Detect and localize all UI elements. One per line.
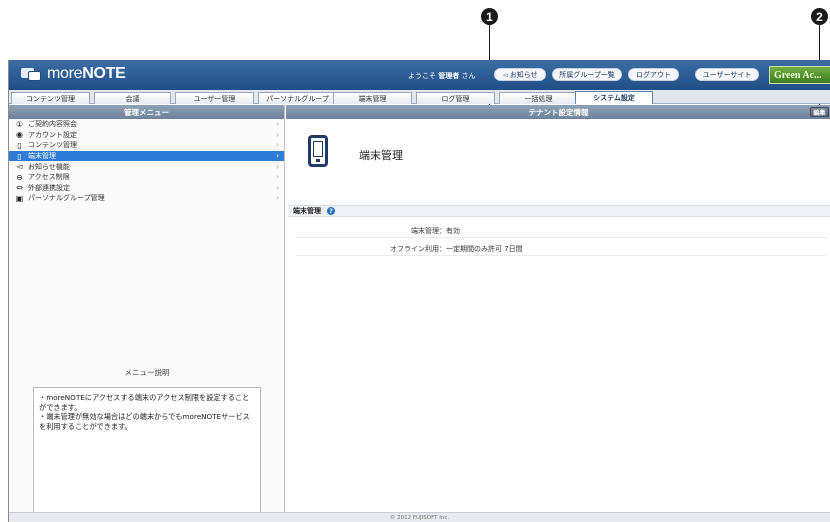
sidebar-title: 管理メニュー (9, 105, 284, 119)
sidebar-item-content-management[interactable]: ▯ コンテンツ管理 › (9, 140, 284, 151)
account-icon: ◉ (16, 130, 23, 140)
sidebar-item-notifications[interactable]: ◅ お知らせ機能 › (9, 161, 284, 172)
app-window: moreNOTE ようこそ 管理者 さん ◅ お知らせ 所属グループ一覧 ログアウ… (8, 60, 830, 522)
edit-button[interactable]: 編集 (810, 107, 829, 117)
tab-content-management[interactable]: コンテンツ管理 (11, 92, 90, 104)
chevron-right-icon: › (276, 152, 279, 161)
tab-system-settings[interactable]: システム設定 (575, 91, 653, 104)
sidebar-item-label: 外部連携設定 (28, 183, 70, 192)
link-icon: ⇔ (16, 183, 23, 193)
sidebar-item-access-restriction[interactable]: ⊖ アクセス制限 › (9, 172, 284, 183)
group-icon: ▣ (15, 193, 24, 203)
sidebar-item-label: アカウント設定 (28, 130, 77, 139)
logout-button[interactable]: ログアウト (628, 68, 679, 81)
setting-value: 一定期間のみ許可 7日間 (446, 244, 523, 253)
tab-meeting[interactable]: 会議 (94, 92, 171, 104)
callout-marker-2: 2 (811, 8, 828, 25)
app-header: moreNOTE ようこそ 管理者 さん ◅ お知らせ 所属グループ一覧 ログアウ… (9, 60, 830, 90)
help-icon[interactable]: ? (327, 207, 335, 215)
group-list-button[interactable]: 所属グループ一覧 (552, 68, 622, 81)
welcome-suffix: さん (461, 72, 476, 80)
chevron-right-icon: › (276, 130, 279, 139)
group-list-button-label: 所属グループ一覧 (559, 70, 615, 79)
tab-personal-group[interactable]: パーソナルグループ (258, 92, 337, 104)
smartphone-icon (308, 135, 328, 167)
page-title: 端末管理 (359, 149, 403, 162)
info-circle-icon: ① (15, 119, 24, 129)
admin-sidebar: 管理メニュー ① ご契約内容照会 › ◉ アカウント設定 › ▯ コンテンツ管理… (9, 105, 285, 522)
callout-marker-1: 1 (481, 8, 498, 25)
section-header: 端末管理 ? (288, 205, 830, 217)
welcome-text: ようこそ 管理者 さん (408, 71, 475, 81)
logo-mark-icon (21, 67, 41, 81)
logo-text-note: NOTE (82, 65, 126, 82)
copyright-footer: © 2012 FUJISOFT Inc. (9, 512, 830, 522)
tab-device-management[interactable]: 端末管理 (333, 92, 412, 104)
user-site-button-label: ユーザーサイト (702, 70, 752, 79)
setting-value: 有効 (446, 226, 460, 235)
main-title: テナント設定情報 (528, 107, 589, 117)
sidebar-item-device-management[interactable]: ▯ 端末管理 › (9, 150, 284, 162)
partner-logo: Green Ac... (769, 66, 830, 84)
sidebar-item-contract-info[interactable]: ① ご契約内容照会 › (9, 119, 284, 130)
main-tabs: コンテンツ管理 会議 ユーザー管理 パーソナルグループ 端末管理 ログ管理 一括… (9, 90, 830, 104)
sidebar-item-label: 端末管理 (28, 152, 56, 161)
document-icon: ▯ (17, 140, 22, 150)
chevron-right-icon: › (276, 194, 279, 203)
logo-text-more: more (47, 65, 83, 82)
menu-description-line: ・moreNOTEにアクセスする端末のアクセス制限を設定することができます。 (39, 393, 250, 412)
menu-description-line: ・端末管理が無効な場合はどの端末からでもmoreNOTEサービスを利用することが… (39, 412, 250, 431)
sidebar-item-label: コンテンツ管理 (28, 141, 77, 150)
tab-log-management[interactable]: ログ管理 (416, 92, 495, 104)
main-title-bar: テナント設定情報 編集 (286, 105, 830, 119)
welcome-prefix: ようこそ (408, 72, 436, 80)
chevron-right-icon: › (276, 120, 279, 129)
megaphone-icon: ◅ (502, 70, 508, 79)
news-button[interactable]: ◅ お知らせ (494, 68, 546, 81)
no-entry-icon: ⊖ (16, 172, 23, 182)
sidebar-item-label: お知らせ機能 (28, 162, 70, 171)
section-label: 端末管理 (293, 207, 321, 215)
setting-label: 端末管理： (411, 226, 446, 235)
sidebar-item-label: アクセス制限 (28, 173, 70, 182)
sidebar-item-personal-group-management[interactable]: ▣ パーソナルグループ管理 › (9, 193, 284, 204)
setting-row-offline-use: オフライン利用： 一定期間のみ許可 7日間 (296, 242, 826, 256)
logout-button-label: ログアウト (636, 70, 671, 79)
sidebar-item-external-integration[interactable]: ⇔ 外部連携設定 › (9, 183, 284, 194)
chevron-right-icon: › (276, 183, 279, 192)
setting-label: オフライン利用： (390, 244, 446, 253)
device-icon: ▯ (17, 151, 22, 161)
user-site-button[interactable]: ユーザーサイト (695, 68, 759, 81)
menu-description-box: ・moreNOTEにアクセスする端末のアクセス制限を設定することができます。 ・… (33, 387, 261, 522)
megaphone-icon: ◅ (16, 162, 23, 172)
welcome-user: 管理者 (438, 72, 460, 80)
sidebar-item-label: ご契約内容照会 (28, 120, 77, 129)
chevron-right-icon: › (276, 162, 279, 171)
tab-batch-processing[interactable]: 一括処理 (499, 92, 578, 104)
sidebar-item-label: パーソナルグループ管理 (28, 194, 105, 203)
morenote-logo: moreNOTE (21, 65, 126, 83)
chevron-right-icon: › (276, 173, 279, 182)
tab-user-management[interactable]: ユーザー管理 (175, 92, 254, 104)
setting-row-device-management: 端末管理： 有効 (296, 224, 826, 238)
chevron-right-icon: › (276, 141, 279, 150)
news-button-label: お知らせ (509, 70, 538, 79)
menu-description-title: メニュー説明 (124, 368, 170, 377)
sidebar-item-account-settings[interactable]: ◉ アカウント設定 › (9, 130, 284, 141)
tenant-settings-panel: テナント設定情報 編集 端末管理 端末管理 ? 端末管理： 有効 オフライン利用… (286, 105, 830, 522)
